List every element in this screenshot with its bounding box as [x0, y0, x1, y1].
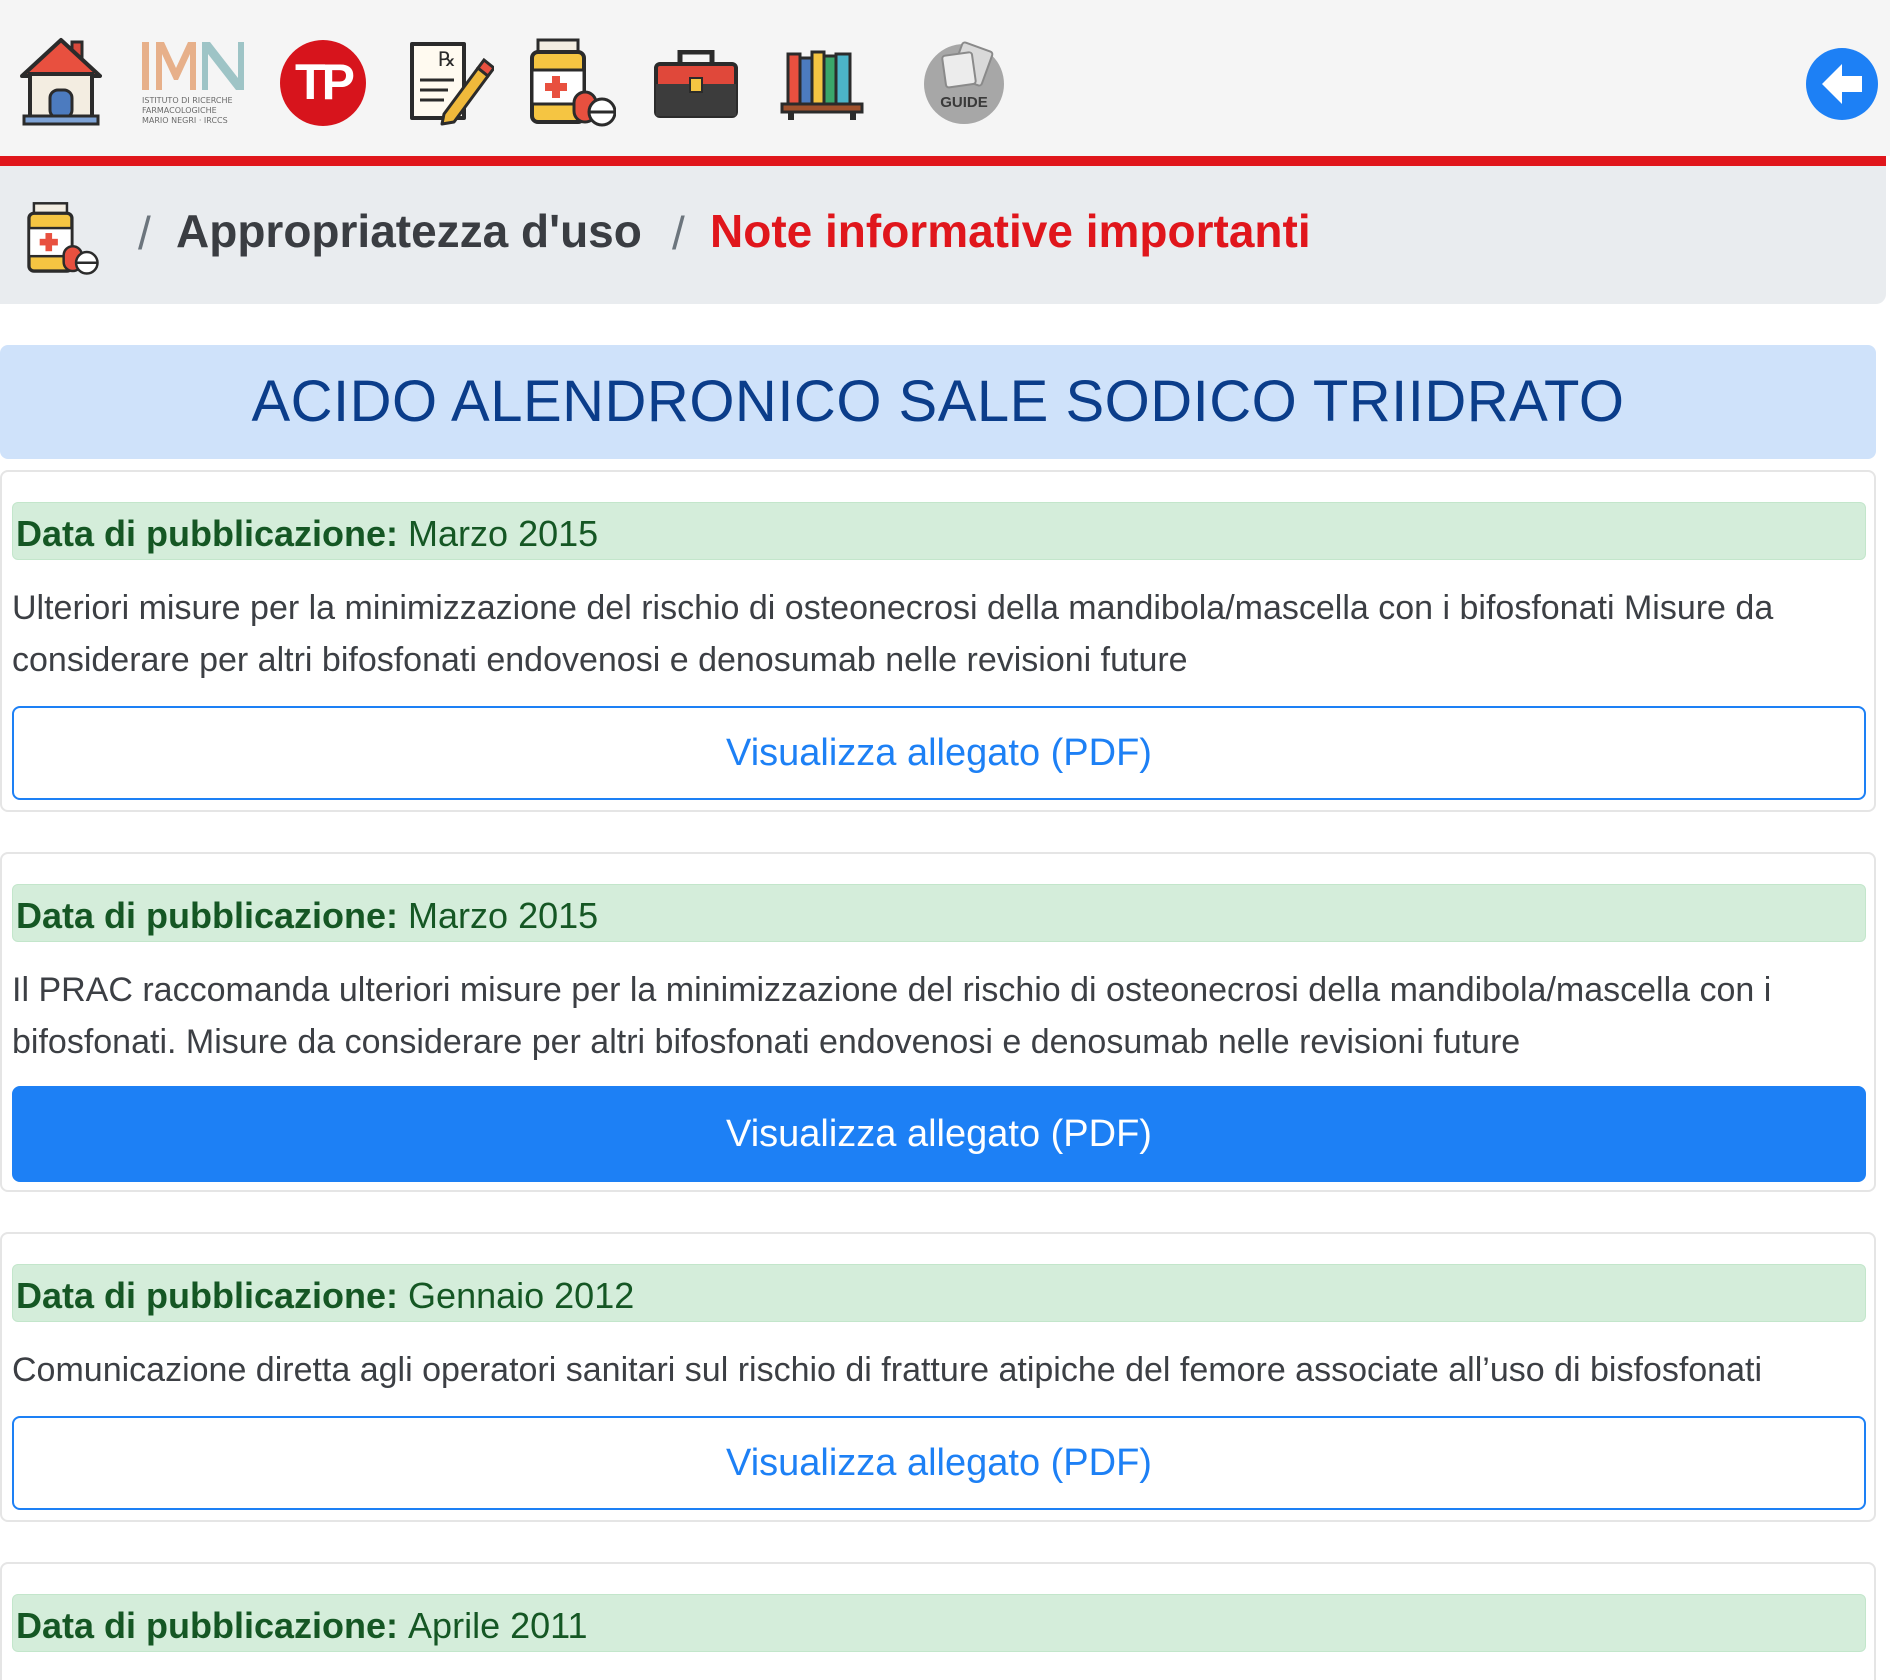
drug-title-banner: ACIDO ALENDRONICO SALE SODICO TRIIDRATO: [0, 345, 1876, 459]
imn-logo-text: ISTITUTO DI RICERCHE FARMACOLOGICHE MARI…: [142, 96, 233, 125]
note-card: Data di pubblicazione: Marzo 2015 Ulteri…: [0, 470, 1876, 812]
toolbar-accent-line: [0, 156, 1886, 166]
top-toolbar: ISTITUTO DI RICERCHE FARMACOLOGICHE MARI…: [0, 0, 1890, 156]
note-card: Data di pubblicazione: Marzo 2015 Il PRA…: [0, 852, 1876, 1192]
note-description: Comunicazione diretta agli operatori san…: [12, 1351, 1763, 1389]
view-pdf-button[interactable]: Visualizza allegato (PDF): [12, 706, 1866, 800]
publication-date: Data di pubblicazione: Gennaio 2012: [12, 1264, 1866, 1322]
toolbox-icon[interactable]: [654, 49, 738, 125]
medicine-bottle-icon[interactable]: [528, 36, 617, 133]
breadcrumb-item-appropriatezza[interactable]: Appropriatezza d'uso: [176, 204, 642, 258]
date-value: Gennaio 2012: [408, 1275, 635, 1316]
publication-date: Data di pubblicazione: Marzo 2015: [12, 502, 1866, 560]
publication-date: Data di pubblicazione: Aprile 2011: [12, 1594, 1866, 1652]
page-title: ACIDO ALENDRONICO SALE SODICO TRIIDRATO: [251, 369, 1625, 434]
tp-logo[interactable]: TP: [280, 40, 366, 126]
breadcrumb-separator: /: [672, 207, 685, 259]
guide-icon[interactable]: GUIDE: [922, 40, 1006, 126]
medicine-bottle-icon[interactable]: [24, 200, 100, 276]
note-description: Il PRAC raccomanda ulteriori misure per …: [12, 971, 1772, 1061]
date-label: Data di pubblicazione:: [16, 895, 399, 936]
view-pdf-button[interactable]: Visualizza allegato (PDF): [12, 1086, 1866, 1182]
note-card: Data di pubblicazione: Aprile 2011: [0, 1562, 1876, 1680]
svg-text:℞: ℞: [438, 47, 456, 71]
note-card: Data di pubblicazione: Gennaio 2012 Comu…: [0, 1232, 1876, 1522]
publication-date: Data di pubblicazione: Marzo 2015: [12, 884, 1866, 942]
back-button[interactable]: [1806, 48, 1878, 120]
breadcrumb-separator: /: [138, 207, 151, 259]
guide-label: GUIDE: [940, 94, 988, 111]
date-value: Marzo 2015: [408, 513, 599, 554]
home-icon[interactable]: [20, 36, 102, 131]
imn-logo[interactable]: ISTITUTO DI RICERCHE FARMACOLOGICHE MARI…: [140, 40, 248, 130]
tp-logo-text: TP: [295, 54, 355, 110]
date-value: Marzo 2015: [408, 895, 599, 936]
breadcrumb: / Appropriatezza d'uso / Note informativ…: [0, 166, 1886, 304]
view-pdf-button[interactable]: Visualizza allegato (PDF): [12, 1416, 1866, 1510]
bookshelf-icon[interactable]: [780, 48, 864, 125]
date-value: Aprile 2011: [408, 1605, 588, 1646]
note-description: Ulteriori misure per la minimizzazione d…: [12, 589, 1774, 679]
prescription-icon[interactable]: ℞: [404, 36, 497, 133]
breadcrumb-item-current: Note informative importanti: [710, 205, 1311, 257]
arrow-left-circle-icon: [1822, 64, 1862, 104]
date-label: Data di pubblicazione:: [16, 513, 399, 554]
date-label: Data di pubblicazione:: [16, 1605, 399, 1646]
date-label: Data di pubblicazione:: [16, 1275, 399, 1316]
